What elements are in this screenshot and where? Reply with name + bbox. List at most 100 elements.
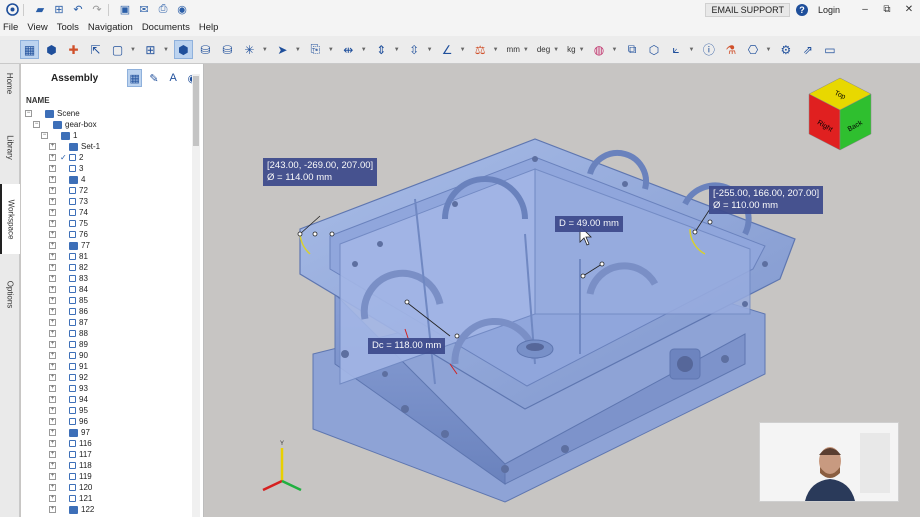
tree-row[interactable]: −1	[41, 130, 77, 141]
text-label-icon[interactable]: A	[166, 69, 181, 87]
expand-icon[interactable]: +	[49, 484, 56, 491]
tree-row[interactable]: +4	[49, 174, 85, 185]
new-file-icon[interactable]: ⊞	[52, 3, 66, 17]
drawing-icon[interactable]: ⎔	[743, 40, 762, 59]
name-column-header[interactable]: NAME	[26, 96, 50, 105]
measurement-label-center-distance[interactable]: Dc = 118.00 mm	[368, 338, 446, 354]
tree-row[interactable]: +88	[49, 328, 88, 339]
expand-icon[interactable]: +	[49, 264, 56, 271]
help-icon[interactable]: ?	[795, 3, 808, 16]
expand-icon[interactable]: −	[33, 121, 40, 128]
tree-row[interactable]: +3	[49, 163, 83, 174]
length-unit[interactable]: mm	[507, 45, 520, 54]
measurement-label-distance[interactable]: D = 49.00 mm	[555, 216, 623, 232]
open-folder-icon[interactable]: ▰	[33, 3, 47, 17]
monitor-icon[interactable]: ▭	[820, 40, 839, 59]
tree-row[interactable]: +83	[49, 273, 88, 284]
expand-icon[interactable]: +	[49, 396, 56, 403]
visibility-check-icon[interactable]: ✓	[60, 153, 68, 162]
expand-icon[interactable]: +	[49, 462, 56, 469]
animate-icon[interactable]: ➤	[273, 40, 292, 59]
expand-icon[interactable]: +	[49, 165, 56, 172]
expand-icon[interactable]: +	[49, 286, 56, 293]
tree-row[interactable]: +86	[49, 306, 88, 317]
expand-icon[interactable]: +	[49, 220, 56, 227]
bom-icon[interactable]: ⚗	[721, 40, 740, 59]
undo-icon[interactable]: ↶	[71, 3, 85, 17]
expand-icon[interactable]: +	[49, 231, 56, 238]
tree-row[interactable]: +89	[49, 339, 88, 350]
expand-icon[interactable]: +	[49, 297, 56, 304]
tree-row[interactable]: +90	[49, 350, 88, 361]
tree-row[interactable]: +81	[49, 251, 88, 262]
expand-icon[interactable]: +	[49, 319, 56, 326]
expand-icon[interactable]: +	[49, 418, 56, 425]
tree-row[interactable]: +118	[49, 460, 92, 471]
tree-row[interactable]: +94	[49, 394, 88, 405]
color-wheel-icon[interactable]: ◍	[590, 40, 609, 59]
tree-row[interactable]: + ✓ 2	[49, 152, 83, 163]
tab-home[interactable]: Home	[0, 64, 20, 102]
expand-icon[interactable]: +	[49, 154, 56, 161]
tree-row[interactable]: +97	[49, 427, 90, 438]
tree-row[interactable]: +93	[49, 383, 88, 394]
tree-row[interactable]: +116	[49, 438, 92, 449]
expand-icon[interactable]: +	[49, 187, 56, 194]
tree-row[interactable]: +121	[49, 493, 92, 504]
compare-icon[interactable]: ⧉	[622, 40, 641, 59]
close-button[interactable]: ✕	[898, 4, 920, 15]
grid-view-icon[interactable]: ▦	[126, 69, 143, 87]
angle-measure-icon[interactable]: ∠	[438, 40, 457, 59]
expand-icon[interactable]: +	[49, 275, 56, 282]
menu-documents[interactable]: Documents	[142, 22, 190, 33]
expand-icon[interactable]: +	[49, 506, 56, 513]
menu-file[interactable]: File	[3, 22, 18, 33]
settings-gear-icon[interactable]: ⚙	[776, 40, 795, 59]
scroll-thumb[interactable]	[193, 76, 199, 146]
tree-row[interactable]: +73	[49, 196, 88, 207]
expand-icon[interactable]: +	[49, 374, 56, 381]
tree-row[interactable]: +74	[49, 207, 88, 218]
angle-unit[interactable]: deg	[537, 45, 550, 54]
measurement-label-1[interactable]: [243.00, -269.00, 207.00] Ø = 114.00 mm	[263, 158, 378, 186]
section-icon[interactable]: ⛁	[196, 40, 215, 59]
distance-icon[interactable]: ⇹	[339, 40, 358, 59]
expand-icon[interactable]: −	[25, 110, 32, 117]
measurement-label-2[interactable]: [-255.00, 166.00, 207.00] Ø = 110.00 mm	[709, 186, 824, 214]
tree-row[interactable]: +84	[49, 284, 88, 295]
view-cube[interactable]: Top Right Back	[805, 76, 875, 156]
email-icon[interactable]: ✉	[137, 3, 151, 17]
expand-icon[interactable]: +	[49, 330, 56, 337]
expand-icon[interactable]: +	[49, 198, 56, 205]
tab-workspace[interactable]: Workspace	[0, 184, 20, 254]
expand-icon[interactable]: +	[49, 473, 56, 480]
mass-icon[interactable]: ⚖	[471, 40, 490, 59]
expand-icon[interactable]: +	[49, 385, 56, 392]
tree-row[interactable]: +92	[49, 372, 88, 383]
diameter-measure-icon[interactable]: ⇳	[405, 40, 424, 59]
menu-navigation[interactable]: Navigation	[88, 22, 133, 33]
tab-library[interactable]: Library	[0, 122, 20, 172]
annotation-icon[interactable]: ⎘	[306, 40, 325, 59]
email-support-button[interactable]: EMAIL SUPPORT	[705, 2, 790, 17]
tree-row[interactable]: +117	[49, 449, 92, 460]
expand-icon[interactable]: +	[49, 308, 56, 315]
tree-scrollbar[interactable]	[192, 74, 200, 517]
tree-row[interactable]: + Set-1	[49, 141, 100, 152]
tree-row[interactable]: +119	[49, 471, 92, 482]
shaded-view-icon[interactable]: ⬢	[173, 40, 193, 59]
expand-icon[interactable]: +	[49, 407, 56, 414]
tree-row[interactable]: +87	[49, 317, 88, 328]
expand-icon[interactable]: +	[49, 429, 56, 436]
tree-row[interactable]: +96	[49, 416, 88, 427]
expand-icon[interactable]: +	[49, 352, 56, 359]
expand-icon[interactable]: +	[49, 176, 56, 183]
fit-view-icon[interactable]: ⇱	[86, 40, 105, 59]
expand-icon[interactable]: +	[49, 209, 56, 216]
select-part-icon[interactable]: ⬢	[42, 40, 61, 59]
select-assembly-icon[interactable]: ▦	[20, 40, 39, 59]
tree-row[interactable]: − Scene	[25, 108, 80, 119]
restore-button[interactable]: ⧉	[876, 4, 898, 15]
save-icon[interactable]: ▣	[118, 3, 132, 17]
tree-row[interactable]: +91	[49, 361, 88, 372]
